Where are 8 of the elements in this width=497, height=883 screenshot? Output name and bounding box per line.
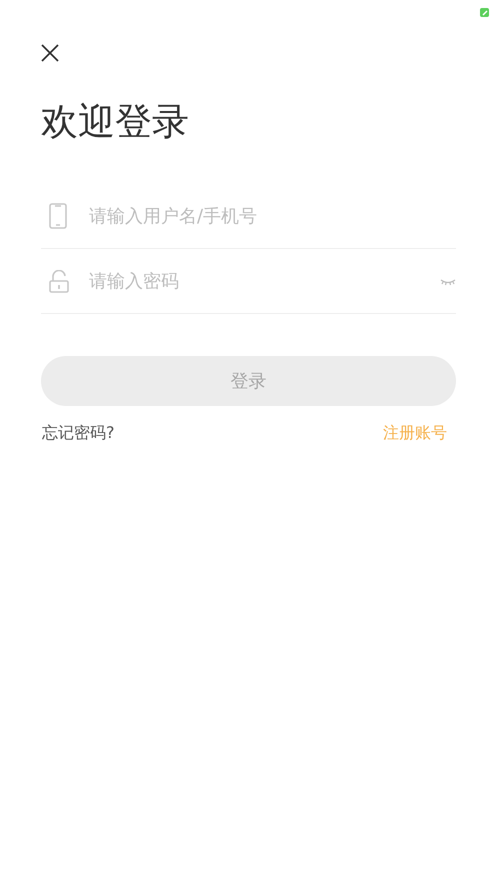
phone-icon xyxy=(49,203,67,229)
forgot-password-link[interactable]: 忘记密码? xyxy=(42,423,114,444)
password-field[interactable]: 请输入密码 xyxy=(89,266,440,296)
page-title: 欢迎登录 xyxy=(41,99,190,145)
lock-icon xyxy=(49,270,69,292)
register-link[interactable]: 注册账号 xyxy=(383,423,447,444)
username-field[interactable]: 请输入用户名/手机号 xyxy=(89,201,456,231)
close-icon[interactable] xyxy=(41,44,59,62)
